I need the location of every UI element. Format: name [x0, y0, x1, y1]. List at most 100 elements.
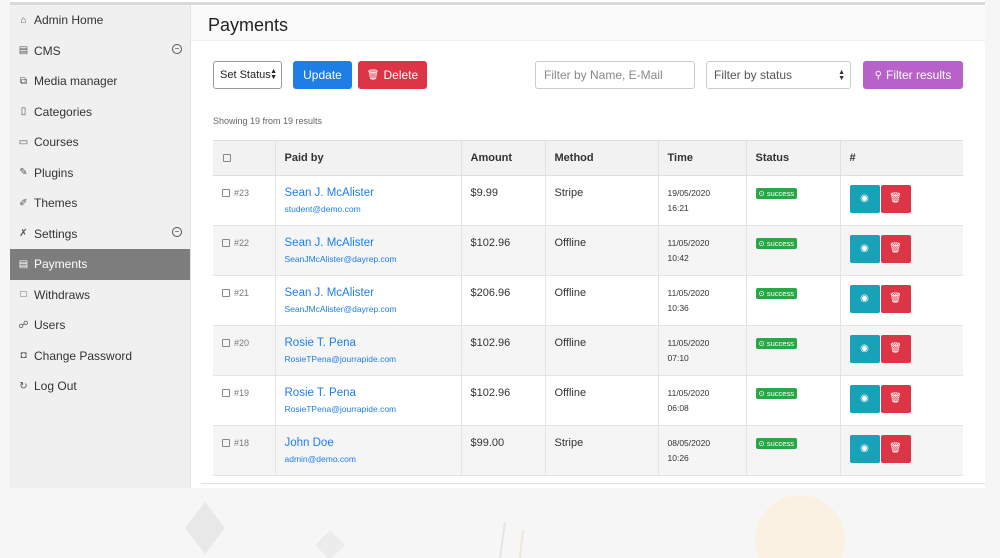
filter-results-label: Filter results — [885, 68, 952, 82]
actions-cell: ◉ 🗑 — [839, 375, 963, 426]
payer-email-link[interactable]: RosieTPena@jourrapide.com — [285, 404, 461, 414]
trash-icon: 🗑 — [366, 69, 380, 81]
media-icon: ⧉ — [19, 75, 28, 87]
table-row: #23 Sean J. McAlister student@demo.com $9.9… — [213, 175, 963, 226]
payment-id: #22 — [234, 238, 250, 249]
paid-by-cell: Rosie T. Pena RosieTPena@jourrapide.com — [274, 375, 461, 426]
status-badge: ⊙ success — [755, 338, 797, 349]
cms-icon: ▤ — [18, 45, 29, 57]
actions-cell: ◉ 🗑 — [839, 225, 963, 276]
row-checkbox[interactable] — [222, 339, 230, 348]
sidebar-item-cms[interactable]: ▤ CMS − — [10, 36, 190, 67]
row-checkbox[interactable] — [222, 439, 230, 448]
delete-button[interactable]: 🗑 Delete — [358, 61, 427, 89]
payer-email-link[interactable]: SeanJMcAlister@dayrep.com — [285, 304, 461, 314]
sidebar-item-label: Log Out — [34, 379, 77, 394]
method-cell: Stripe — [544, 175, 658, 226]
sidebar-item-change-password[interactable]: ◘ Change Password — [10, 341, 190, 372]
payer-email-link[interactable]: RosieTPena@jourrapide.com — [285, 354, 461, 364]
amount-cell: $206.96 — [460, 275, 545, 326]
sidebar-item-admin-home[interactable]: ⌂ Admin Home — [10, 5, 190, 36]
row-delete-button[interactable]: 🗑 — [880, 235, 911, 263]
row-checkbox[interactable] — [222, 389, 230, 398]
filter-status-select[interactable]: Filter by status ▲ ▼ — [706, 61, 851, 89]
withdraw-icon: □ — [20, 289, 27, 301]
sidebar-item-label: Media manager — [34, 74, 118, 89]
collapse-icon[interactable]: − — [172, 226, 182, 237]
paid-by-cell: John Doe admin@demo.com — [274, 425, 461, 476]
collapse-icon[interactable]: − — [172, 43, 182, 54]
set-status-label: Set Status — [220, 69, 271, 81]
status-cell: ⊙ success — [745, 225, 840, 276]
sidebar-item-themes[interactable]: ✐ Themes — [10, 188, 190, 219]
view-button[interactable]: ◉ — [849, 285, 880, 313]
status-badge: ⊙ success — [755, 438, 797, 449]
sidebar-item-media-manager[interactable]: ⧉ Media manager — [10, 66, 190, 97]
update-button[interactable]: Update — [293, 61, 352, 89]
trash-icon: 🗑 — [889, 393, 902, 404]
row-delete-button[interactable]: 🗑 — [880, 385, 911, 413]
amount-cell: $102.96 — [460, 325, 545, 376]
view-button[interactable]: ◉ — [849, 235, 880, 263]
sidebar: ⌂ Admin Home ▤ CMS − ⧉ Media manager ▯ Categorie… — [10, 5, 191, 488]
view-button[interactable]: ◉ — [849, 185, 880, 213]
set-status-select[interactable]: Set Status ▲ ▼ — [213, 61, 282, 89]
payer-name-link[interactable]: Sean J. McAlister — [285, 287, 461, 299]
table-header-row: Paid by Amount Method Time Status # — [213, 140, 963, 176]
actions-cell: ◉ 🗑 — [839, 325, 963, 376]
eye-icon: ◉ — [860, 243, 869, 254]
select-all-checkbox[interactable] — [223, 154, 231, 163]
table-row: #20 Rosie T. Pena RosieTPena@jourrapide.co… — [213, 325, 963, 376]
view-button[interactable]: ◉ — [849, 335, 880, 363]
status-cell: ⊙ success — [745, 425, 840, 476]
time-cell: 11/05/2020 06:08 — [657, 375, 746, 426]
trash-icon: 🗑 — [889, 443, 902, 454]
sidebar-item-log-out[interactable]: ↻ Log Out — [10, 371, 190, 402]
row-delete-button[interactable]: 🗑 — [880, 285, 911, 313]
row-delete-button[interactable]: 🗑 — [880, 435, 911, 463]
status-text: success — [766, 239, 794, 248]
sidebar-item-payments[interactable]: ▤ Payments — [10, 249, 190, 280]
filter-results-button[interactable]: ⚲ Filter results — [863, 61, 963, 89]
row-checkbox[interactable] — [222, 239, 230, 248]
toolbar: Set Status ▲ ▼ Update 🗑 Delete Filter by … — [213, 61, 963, 89]
row-select-cell: #18 — [213, 425, 275, 476]
sidebar-item-categories[interactable]: ▯ Categories — [10, 97, 190, 128]
payer-name-link[interactable]: Sean J. McAlister — [285, 237, 461, 249]
check-circle-icon: ⊙ — [758, 339, 767, 348]
row-delete-button[interactable]: 🗑 — [880, 185, 911, 213]
trash-icon: 🗑 — [889, 193, 902, 204]
paid-by-cell: Rosie T. Pena RosieTPena@jourrapide.com — [274, 325, 461, 376]
row-checkbox[interactable] — [222, 289, 230, 298]
view-button[interactable]: ◉ — [849, 385, 880, 413]
payer-email-link[interactable]: student@demo.com — [285, 204, 461, 214]
payment-date: 08/05/2020 — [667, 438, 711, 448]
payer-name-link[interactable]: Rosie T. Pena — [285, 387, 461, 399]
row-select-cell: #22 — [213, 225, 275, 276]
sidebar-item-courses[interactable]: ▭ Courses — [10, 127, 190, 158]
amount-cell: $102.96 — [460, 375, 545, 426]
row-checkbox[interactable] — [222, 189, 230, 198]
payer-email-link[interactable]: admin@demo.com — [285, 454, 461, 464]
payment-date: 19/05/2020 — [667, 188, 711, 198]
view-button[interactable]: ◉ — [849, 435, 880, 463]
sidebar-item-plugins[interactable]: ✎ Plugins — [10, 158, 190, 189]
payer-name-link[interactable]: Sean J. McAlister — [285, 187, 461, 199]
time-cell: 11/05/2020 10:36 — [657, 275, 746, 326]
sidebar-item-withdraws[interactable]: □ Withdraws — [10, 280, 190, 311]
method-cell: Offline — [544, 325, 658, 376]
payer-email-link[interactable]: SeanJMcAlister@dayrep.com — [285, 254, 461, 264]
time-cell: 08/05/2020 10:26 — [657, 425, 746, 476]
sidebar-item-settings[interactable]: ✗ Settings − — [10, 219, 190, 250]
payer-name-link[interactable]: John Doe — [285, 437, 461, 449]
row-delete-button[interactable]: 🗑 — [880, 335, 911, 363]
eye-icon: ◉ — [860, 193, 869, 204]
sidebar-item-users[interactable]: ☍ Users — [10, 310, 190, 341]
filter-name-input[interactable]: Filter by Name, E-Mail — [535, 61, 695, 89]
sidebar-item-label: Users — [34, 318, 66, 333]
sidebar-item-label: Courses — [34, 135, 79, 150]
payer-name-link[interactable]: Rosie T. Pena — [285, 337, 461, 349]
paid-by-cell: Sean J. McAlister SeanJMcAlister@dayrep.c… — [274, 225, 461, 276]
trash-icon: 🗑 — [889, 343, 902, 354]
paid-by-cell: Sean J. McAlister SeanJMcAlister@dayrep.c… — [274, 275, 461, 326]
